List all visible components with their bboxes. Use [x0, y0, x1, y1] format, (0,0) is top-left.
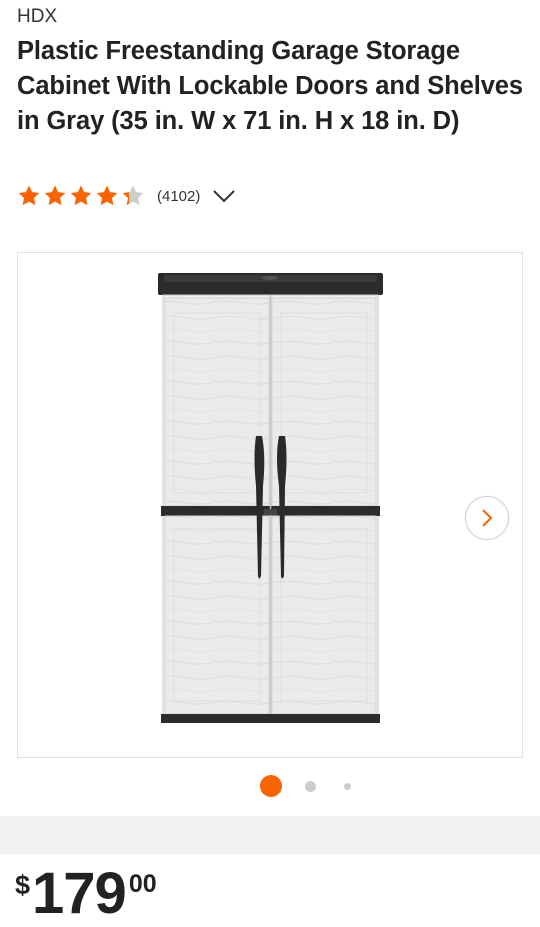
product-image[interactable]: [158, 271, 383, 729]
product-image-gallery[interactable]: [17, 252, 523, 758]
chevron-right-icon: [482, 509, 493, 527]
carousel-dot[interactable]: [305, 781, 316, 792]
price-cents: 00: [128, 870, 157, 898]
star-icon: [70, 185, 92, 206]
star-icon: [122, 185, 144, 206]
chevron-down-icon[interactable]: [212, 188, 236, 204]
brand-link[interactable]: HDX: [17, 6, 57, 28]
rating-summary[interactable]: (4102): [17, 183, 236, 209]
carousel-indicators: [0, 775, 540, 797]
carousel-dot-active[interactable]: [260, 775, 282, 797]
section-divider: [0, 816, 540, 854]
price-currency: $: [15, 870, 31, 900]
star-icon: [18, 185, 40, 206]
carousel-dot[interactable]: [344, 783, 351, 790]
price-whole: 179: [32, 861, 127, 926]
product-price: $ 179 00: [15, 864, 157, 924]
next-image-button[interactable]: [465, 496, 509, 540]
product-title: Plastic Freestanding Garage Storage Cabi…: [17, 37, 523, 135]
star-icon: [96, 185, 118, 206]
star-icon: [44, 185, 66, 206]
star-rating: [17, 184, 147, 208]
review-count[interactable]: (4102): [157, 188, 200, 205]
